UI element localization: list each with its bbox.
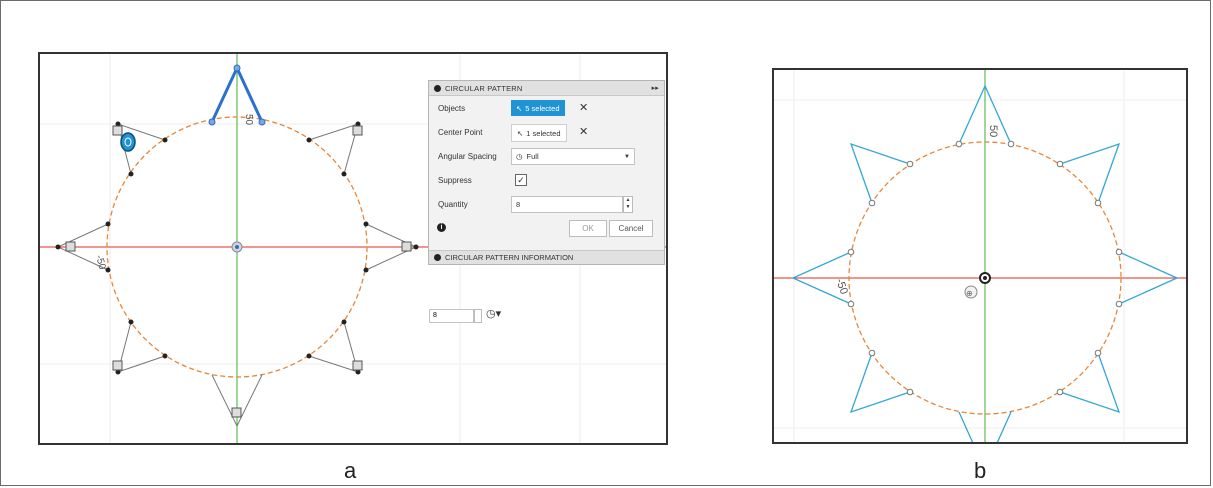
dropdown-arrow-icon: ▼ <box>624 153 630 160</box>
suppress-label: Suppress <box>438 176 472 185</box>
expand-chevrons-icon[interactable]: ▸▸ <box>652 84 659 92</box>
collapse-icon[interactable] <box>434 84 441 92</box>
origin-point-icon <box>979 272 991 284</box>
angular-spacing-dropdown-icon[interactable]: ◷▾ <box>486 307 501 320</box>
canvas-quantity-input[interactable]: 8 <box>429 309 474 323</box>
expand-icon[interactable] <box>434 254 441 261</box>
center-point-label: Center Point <box>438 128 483 137</box>
cursor-arrow-icon: ↖ <box>516 103 523 113</box>
center-constraint-icon: ⊕ <box>964 285 978 299</box>
cancel-button[interactable]: Cancel <box>609 220 653 237</box>
center-point-row: Center Point ↖ 1 selected ✕ <box>429 120 664 144</box>
center-point-icon[interactable] <box>231 241 243 253</box>
quantity-label: Quantity <box>438 200 468 209</box>
angular-spacing-value: Full <box>526 152 539 161</box>
caption-a: a <box>344 458 357 483</box>
objects-row: Objects ↖ 5 selected ✕ <box>429 96 664 120</box>
cursor-arrow-icon: ↖ <box>517 128 524 138</box>
quantity-stepper[interactable]: ▲ ▼ <box>623 196 633 213</box>
quantity-input[interactable]: 8 <box>511 196 623 213</box>
sketch-canvas-b[interactable]: ⊕ 50 -50 <box>774 70 1186 442</box>
objects-label: Objects <box>438 104 466 113</box>
canvas-quantity-stepper[interactable] <box>474 309 482 323</box>
clear-center-point-icon[interactable]: ✕ <box>579 125 588 138</box>
suppress-row: Suppress ✓ <box>429 168 664 192</box>
panel-b-sketch-viewport[interactable]: ⊕ 50 -50 <box>772 68 1188 444</box>
info-icon[interactable]: i <box>437 223 446 232</box>
quantity-row: Quantity 8 ▲ ▼ <box>429 192 664 216</box>
dialog-header[interactable]: CIRCULAR PATTERN ▸▸ <box>429 81 664 96</box>
center-point-selection-value: 1 selected <box>526 128 561 138</box>
dimension-neg50-label: -50 <box>833 277 850 296</box>
objects-selection-chip[interactable]: ↖ 5 selected <box>511 100 565 116</box>
panel-a-sketch-viewport[interactable]: 50 -50 CIRCULAR PATTERN ▸▸ Objects ↖ 5 s… <box>38 52 668 445</box>
timer-icon: ◷ <box>516 152 523 161</box>
pattern-information-title: CIRCULAR PATTERN INFORMATION <box>445 253 574 262</box>
objects-selection-value: 5 selected <box>525 103 560 113</box>
dimension-50-label: 50 <box>987 125 999 137</box>
angular-spacing-select[interactable]: ◷ Full ▼ <box>511 148 635 165</box>
dialog-title: CIRCULAR PATTERN <box>445 83 523 93</box>
pattern-information-section[interactable]: CIRCULAR PATTERN INFORMATION <box>429 250 664 264</box>
caption-b: b <box>974 458 987 483</box>
angular-spacing-row: Angular Spacing ◷ Full ▼ <box>429 144 664 168</box>
dialog-buttons-row: i OK Cancel <box>429 216 664 240</box>
circular-pattern-dialog[interactable]: CIRCULAR PATTERN ▸▸ Objects ↖ 5 selected… <box>428 80 665 265</box>
dimension-50-label: 50 <box>243 114 254 126</box>
suppress-checkbox[interactable]: ✓ <box>515 174 527 186</box>
angular-spacing-label: Angular Spacing <box>438 152 497 161</box>
ok-button[interactable]: OK <box>569 220 607 237</box>
svg-text:⊕: ⊕ <box>966 289 973 298</box>
clear-objects-icon[interactable]: ✕ <box>579 101 588 114</box>
center-point-selection-chip[interactable]: ↖ 1 selected <box>511 124 567 142</box>
rotate-manipulator-icon[interactable] <box>120 132 136 152</box>
